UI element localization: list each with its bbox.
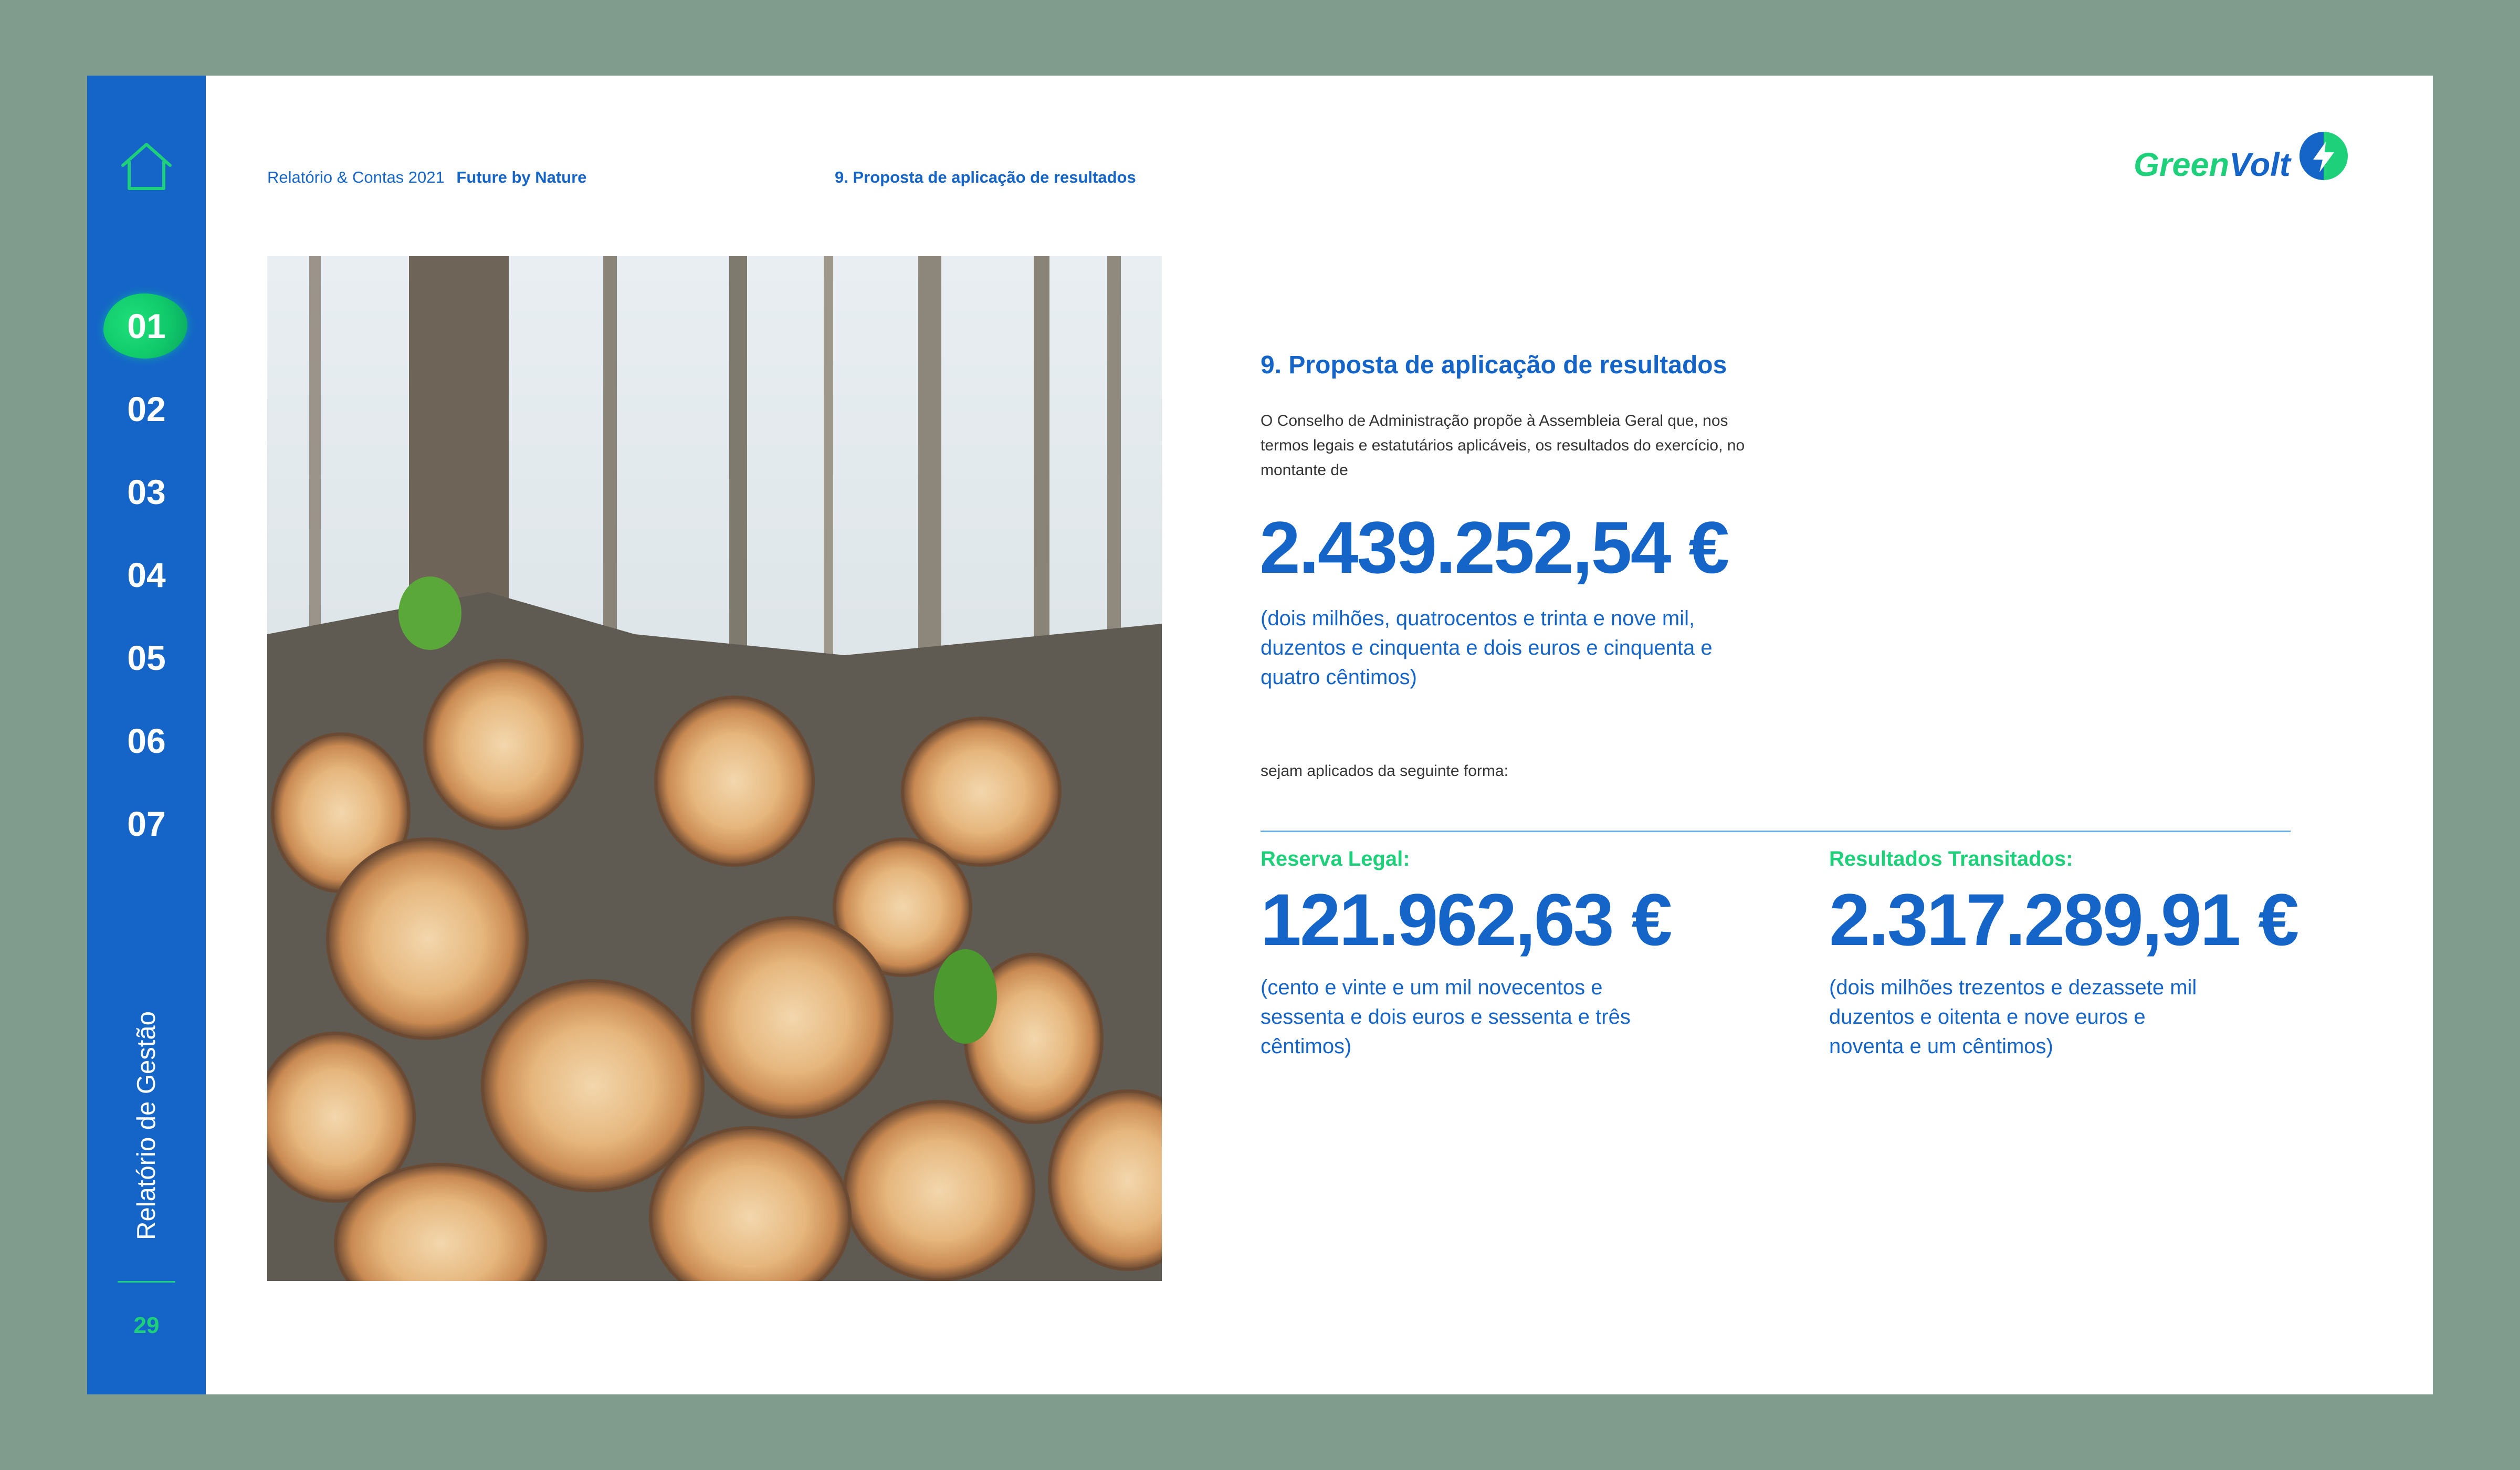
log-pile-illustration: [267, 256, 1162, 1281]
intro-paragraph: O Conselho de Administração propõe à Ass…: [1261, 412, 1745, 479]
report-header: Relatório & Contas 2021 Future by Nature: [267, 168, 586, 187]
chapter-02[interactable]: 02: [87, 368, 206, 450]
logo-text-blue: Volt: [2229, 146, 2291, 183]
allocation-value: 2.317.289,91 €: [1829, 878, 2299, 961]
chapter-number: 06: [127, 721, 166, 760]
logo-text-green: Green: [2134, 146, 2230, 183]
sidebar: 01 02 03 04 05 06 07 Relatório de Gestão…: [87, 76, 206, 1394]
greenvolt-logo[interactable]: GreenVolt: [2134, 127, 2354, 190]
logo-wordmark: GreenVolt: [2134, 146, 2291, 184]
chapter-number: 03: [127, 472, 166, 511]
chapter-number: 05: [127, 638, 166, 677]
allocation-legal-reserve: Reserva Legal: 121.962,63 € (cento e vin…: [1261, 842, 1786, 1061]
chapter-03[interactable]: 03: [87, 450, 206, 533]
chapter-07[interactable]: 07: [87, 782, 206, 865]
allocation-words: (cento e vinte e um mil novecentos e ses…: [1261, 976, 1631, 1058]
total-amount: 2.439.252,54 €: [1259, 506, 1729, 589]
section-title: 9. Proposta de aplicação de resultados: [1261, 351, 1727, 379]
logo-mark-icon: [2300, 132, 2348, 180]
divider-line: [1261, 831, 2291, 832]
chapter-number: 02: [127, 390, 166, 428]
allocation-retained-earnings: Resultados Transitados: 2.317.289,91 € (…: [1829, 842, 2354, 1061]
chapter-05[interactable]: 05: [87, 616, 206, 699]
log-pile-photo: [267, 256, 1162, 1281]
chapter-04[interactable]: 04: [87, 533, 206, 616]
chapter-list: 01 02 03 04 05 06 07: [87, 285, 206, 865]
apply-text: sejam aplicados da seguinte forma:: [1261, 762, 1508, 780]
report-tagline: Future by Nature: [456, 168, 587, 186]
allocation-words: (dois milhões trezentos e dezassete mil …: [1829, 976, 2197, 1058]
sidebar-divider: [118, 1281, 175, 1283]
allocation-label: Reserva Legal:: [1261, 847, 1410, 870]
allocation-value: 121.962,63 €: [1261, 878, 1672, 961]
allocation-label: Resultados Transitados:: [1829, 847, 2073, 870]
chapter-06[interactable]: 06: [87, 699, 206, 782]
chapter-number: 04: [127, 555, 166, 594]
total-amount-words: (dois milhões, quatrocentos e trinta e n…: [1261, 607, 1713, 689]
report-title: Relatório & Contas 2021: [267, 168, 445, 186]
header-section-title: 9. Proposta de aplicação de resultados: [835, 168, 1136, 186]
page-number: 29: [133, 1312, 160, 1338]
section-vertical-label: Relatório de Gestão: [132, 1011, 161, 1240]
chapter-01[interactable]: 01: [87, 285, 206, 368]
chapter-number: 07: [127, 804, 166, 843]
report-page: 01 02 03 04 05 06 07 Relatório de Gestão…: [87, 76, 2433, 1394]
home-icon[interactable]: [119, 141, 174, 192]
chapter-number: 01: [127, 307, 166, 345]
